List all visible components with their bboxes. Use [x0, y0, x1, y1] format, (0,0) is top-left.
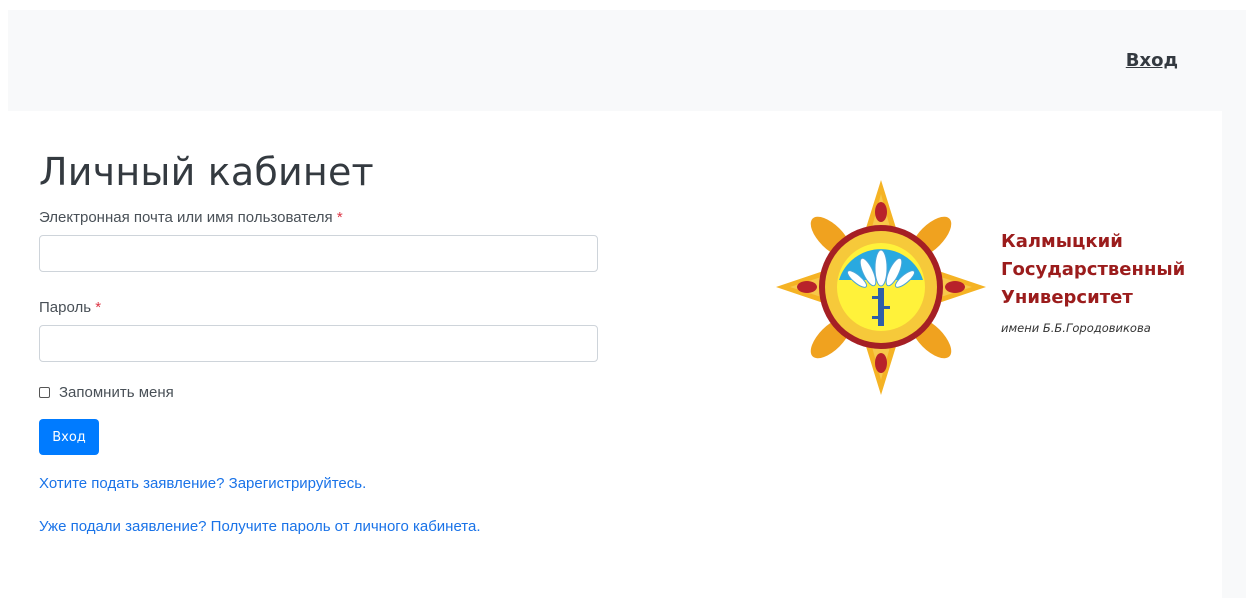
- login-form: Личный кабинет Электронная почта или имя…: [39, 148, 599, 535]
- top-navbar: Вход: [8, 10, 1246, 111]
- password-field[interactable]: [39, 325, 598, 362]
- email-field[interactable]: [39, 235, 598, 272]
- page-title: Личный кабинет: [39, 150, 374, 194]
- required-mark: *: [336, 209, 343, 226]
- university-emblem-icon: [776, 180, 986, 395]
- login-button[interactable]: Вход: [39, 419, 99, 455]
- remember-checkbox[interactable]: [39, 387, 50, 398]
- university-name: Калмыцкий Государственный Университет: [1001, 231, 1186, 308]
- right-gutter: [1222, 111, 1246, 598]
- university-logo: Калмыцкий Государственный Университет им…: [776, 180, 1185, 395]
- email-label: Электронная почта или имя пользователя *: [39, 209, 343, 226]
- password-label: Пароль *: [39, 299, 102, 316]
- remember-me[interactable]: Запомнить меня: [39, 384, 599, 401]
- nav-login-link[interactable]: Вход: [1126, 50, 1178, 71]
- register-link[interactable]: Хотите подать заявление? Зарегистрируйте…: [39, 475, 599, 492]
- university-subtitle: имени Б.Б.Городовикова: [1001, 321, 1151, 335]
- required-mark: *: [95, 299, 102, 316]
- get-password-link[interactable]: Уже подали заявление? Получите пароль от…: [39, 518, 599, 535]
